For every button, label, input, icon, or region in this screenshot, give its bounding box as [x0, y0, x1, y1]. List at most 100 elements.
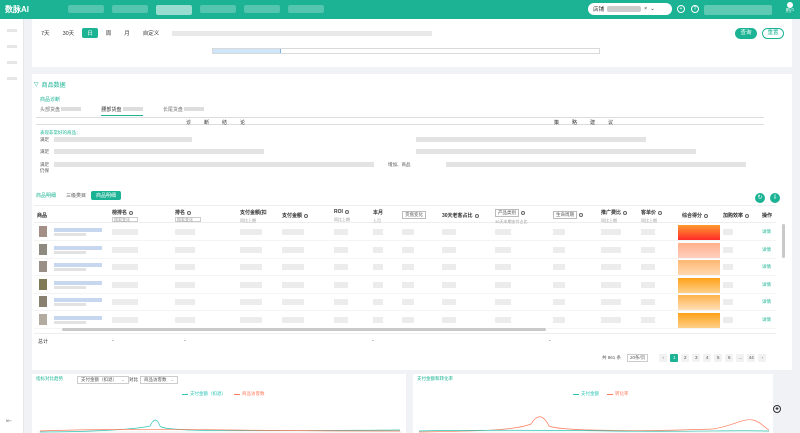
product-name-link[interactable] [54, 280, 102, 285]
col-price[interactable]: 客单价 同比上期 [641, 209, 663, 224]
tree-icon[interactable]: ♣ [773, 405, 781, 413]
nav-item[interactable] [288, 4, 324, 13]
info-icon[interactable] [344, 209, 349, 214]
detail-link[interactable]: 详情 [762, 229, 771, 235]
reset-button[interactable]: 重置 [762, 28, 784, 39]
refresh-icon[interactable]: ↻ [755, 193, 765, 203]
product-thumbnail[interactable] [39, 296, 47, 307]
page-button[interactable]: 2 [681, 354, 690, 362]
app-logo[interactable]: 数脉AI [0, 4, 60, 15]
tab-head-inventory[interactable]: 头部货盘 [40, 106, 82, 116]
info-icon[interactable] [129, 210, 134, 215]
col-old-customer[interactable]: 30天老客占比 [442, 212, 479, 219]
rank-search-input[interactable]: 搜索变化 [112, 217, 138, 222]
horizontal-scrollbar[interactable] [62, 328, 546, 331]
product-name-link[interactable] [54, 298, 102, 302]
col-inventory-change[interactable]: 货盘变化 [402, 211, 426, 219]
date-tab-week[interactable]: 周 [101, 28, 117, 38]
col-efficiency[interactable]: 加购效率 [723, 212, 750, 219]
page-button[interactable]: 3 [692, 354, 701, 362]
table-row[interactable]: 详情 [34, 242, 776, 259]
col-roi[interactable]: ROI 同比上期 [334, 209, 350, 223]
product-thumbnail[interactable] [39, 278, 47, 290]
date-tab-day[interactable]: 日 [82, 28, 98, 38]
detail-link[interactable]: 详情 [762, 264, 771, 270]
col-promo[interactable]: 推广费比 同比上期 [601, 209, 628, 224]
detail-link[interactable]: 详情 [762, 299, 771, 305]
col-category[interactable]: 产品类别 30天本期支付占比 [495, 209, 527, 225]
help-icon[interactable]: ? [691, 5, 699, 13]
tab-category[interactable]: 三级类目 [61, 191, 91, 200]
date-tab-custom[interactable]: 自定义 [138, 28, 165, 38]
metric-a-select[interactable]: 支付金额（扣退） ⌄ [77, 376, 129, 384]
table-row[interactable]: 详情 [34, 259, 776, 276]
nav-item[interactable] [244, 4, 280, 13]
page-ellipsis[interactable]: ... [736, 354, 745, 362]
detail-link[interactable]: 详情 [762, 247, 771, 253]
table-row[interactable]: 详情 [34, 294, 776, 311]
product-name-link[interactable] [54, 245, 102, 250]
rail-item[interactable] [7, 77, 17, 80]
inventory-change-select[interactable]: 货盘变化 [402, 211, 426, 219]
rail-item[interactable] [7, 45, 17, 48]
slider-selection[interactable] [213, 49, 281, 53]
info-icon[interactable] [304, 213, 309, 218]
page-button[interactable]: 44 [747, 354, 756, 362]
col-pay-refund[interactable]: 支付金额(扣 同比上期 [240, 209, 267, 224]
product-name-link[interactable] [54, 228, 102, 232]
col-month[interactable]: 本月 上月 [373, 209, 383, 224]
col-rank-2[interactable]: 排名 搜索变化 [175, 209, 201, 222]
col-rank-1[interactable]: 榜排名 搜索变化 [112, 209, 138, 222]
table-row[interactable]: 详情 [34, 277, 776, 294]
page-button[interactable]: 6 [725, 354, 734, 362]
section-title[interactable]: ▽ 商品数据 [34, 80, 66, 89]
nav-item[interactable] [200, 4, 236, 13]
info-icon[interactable] [704, 213, 709, 218]
tab-tail-inventory[interactable]: 长尾货盘 [163, 106, 205, 116]
product-thumbnail[interactable] [39, 226, 47, 237]
detail-link[interactable]: 详情 [762, 317, 771, 323]
product-thumbnail[interactable] [39, 261, 47, 272]
rail-item[interactable] [7, 61, 17, 64]
date-tab-month[interactable]: 月 [119, 28, 135, 38]
info-icon[interactable] [474, 213, 479, 218]
product-name-link[interactable] [54, 263, 102, 267]
chevron-down-icon[interactable]: ⌄ [650, 6, 655, 12]
product-thumbnail[interactable] [39, 243, 47, 255]
user-menu[interactable]: 用户 [783, 2, 797, 14]
collapse-icon[interactable]: ⇤ [6, 417, 12, 425]
date-tab-30d[interactable]: 30天 [58, 28, 80, 38]
page-button[interactable]: 4 [703, 354, 712, 362]
page-button[interactable]: 5 [714, 354, 723, 362]
store-select[interactable]: 店铺 × ⌄ [588, 3, 672, 15]
query-button[interactable]: 查询 [735, 28, 757, 39]
col-pay-amount[interactable]: 支付金额 [282, 212, 309, 219]
col-score[interactable]: 综合得分 [682, 212, 709, 219]
nav-item[interactable] [112, 4, 148, 13]
info-icon[interactable] [623, 210, 628, 215]
info-icon[interactable] [521, 210, 525, 215]
table-row[interactable]: 详情 [34, 312, 776, 329]
nav-item[interactable] [68, 4, 104, 13]
nav-item-active[interactable] [156, 4, 192, 15]
rail-item[interactable] [7, 29, 17, 32]
download-icon[interactable]: ⇩ [770, 193, 780, 203]
info-icon[interactable] [658, 210, 663, 215]
lifecycle-select[interactable]: 生命周期 [553, 211, 577, 219]
product-thumbnail[interactable] [39, 313, 47, 325]
metric-b-select[interactable]: 商品访客数 ⌄ [140, 376, 179, 384]
col-lifecycle[interactable]: 生命周期 [553, 211, 583, 219]
table-row[interactable]: 详情 [34, 224, 776, 241]
next-page-button[interactable]: › [758, 354, 767, 362]
tab-product-detail[interactable]: 商品明细 [91, 191, 122, 200]
date-range-slider[interactable] [212, 48, 600, 54]
category-select[interactable]: 产品类别 [495, 209, 519, 217]
close-icon[interactable]: × [644, 6, 647, 12]
rank-search-input[interactable]: 搜索变化 [175, 217, 201, 222]
page-button[interactable]: 1 [670, 354, 679, 362]
date-tab-7d[interactable]: 7天 [36, 28, 55, 38]
tab-waist-inventory[interactable]: 腰部货盘 [101, 106, 143, 116]
info-icon[interactable] [187, 210, 192, 215]
vertical-scrollbar[interactable] [782, 224, 785, 258]
info-icon[interactable] [745, 213, 750, 218]
